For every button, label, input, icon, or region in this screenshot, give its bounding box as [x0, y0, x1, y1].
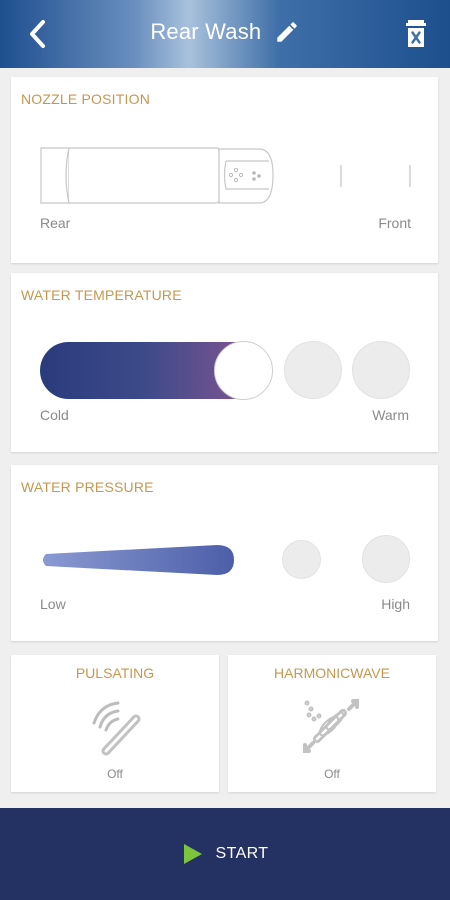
water-pressure-title: WATER PRESSURE [21, 479, 154, 495]
temperature-min-label: Cold [40, 407, 69, 423]
delete-button[interactable] [396, 14, 436, 54]
harmonicwave-state: Off [324, 767, 340, 781]
nozzle-position-card: NOZZLE POSITION Rear Front [11, 77, 438, 263]
water-temperature-title: WATER TEMPERATURE [21, 287, 182, 303]
temperature-max-label: Warm [372, 407, 409, 423]
pressure-max-label: High [381, 596, 410, 612]
water-temperature-card: WATER TEMPERATURE Cold Warm [11, 273, 438, 452]
temperature-slider-knob[interactable] [214, 341, 273, 400]
nozzle-max-label: Front [378, 215, 411, 231]
play-icon [183, 844, 202, 864]
title-area: Rear Wash [0, 18, 450, 45]
harmonicwave-title: HARMONICWAVE [274, 665, 390, 681]
pulsating-title: PULSATING [75, 665, 155, 681]
nozzle-position-slider[interactable] [11, 77, 438, 263]
pressure-level-5[interactable] [362, 535, 410, 583]
start-button[interactable]: START [0, 808, 450, 900]
harmonicwave-card[interactable]: HARMONICWAVE Off [228, 655, 436, 792]
edit-button[interactable] [274, 19, 300, 45]
pulsating-wave-icon[interactable] [82, 693, 148, 759]
top-app-bar: Rear Wash [0, 0, 450, 68]
pulsating-state: Off [107, 767, 123, 781]
water-pressure-card: WATER PRESSURE Low High [11, 465, 438, 641]
pressure-level-bar[interactable] [38, 541, 268, 581]
start-label: START [215, 845, 269, 862]
pencil-icon [276, 22, 297, 42]
trash-icon [406, 20, 426, 47]
pressure-min-label: Low [40, 596, 66, 612]
page-title: Rear Wash [150, 19, 262, 45]
pressure-level-4[interactable] [282, 540, 321, 579]
temperature-level-5[interactable] [352, 341, 410, 399]
nozzle-min-label: Rear [40, 215, 71, 231]
harmonicwave-icon[interactable] [299, 693, 365, 759]
pulsating-card[interactable]: PULSATING Off [11, 655, 219, 792]
temperature-level-4[interactable] [284, 341, 342, 399]
